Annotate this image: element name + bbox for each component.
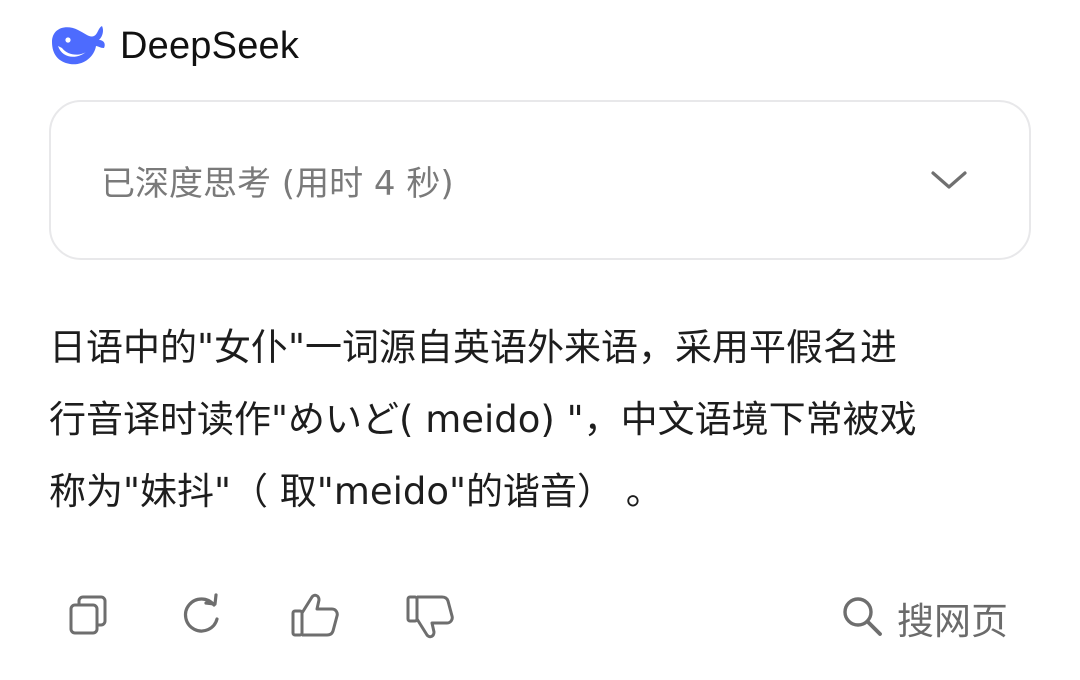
brand-name: DeepSeek: [120, 24, 300, 67]
like-button[interactable]: [285, 588, 345, 648]
search-icon: [839, 593, 885, 643]
dislike-button[interactable]: [400, 588, 460, 648]
chevron-down-icon: [929, 160, 969, 200]
answer-line: 行音译时读作"めいど( meido) "，中文语境下常被戏: [49, 398, 917, 441]
thumbs-up-icon: [288, 589, 342, 647]
thumbs-down-icon: [403, 589, 457, 647]
deepseek-whale-icon: [48, 20, 108, 72]
answer-text: 日语中的"女仆"一词源自英语外来语，采用平假名进 行音译时读作"めいど( mei…: [49, 312, 1009, 528]
thinking-toggle[interactable]: 已深度思考 (用时 4 秒): [49, 100, 1031, 260]
copy-button[interactable]: [58, 588, 118, 648]
regenerate-button[interactable]: [171, 588, 231, 648]
header: DeepSeek: [48, 20, 299, 72]
search-web-button[interactable]: 搜网页: [839, 588, 1008, 648]
thinking-label: 已深度思考 (用时 4 秒): [101, 163, 454, 204]
answer-line: 称为"妹抖"（ 取"meido"的谐音） 。: [49, 470, 663, 513]
copy-icon: [63, 591, 113, 645]
answer-line: 日语中的"女仆"一词源自英语外来语，采用平假名进: [49, 326, 898, 369]
search-web-label: 搜网页: [897, 600, 1008, 643]
refresh-icon: [176, 591, 226, 645]
